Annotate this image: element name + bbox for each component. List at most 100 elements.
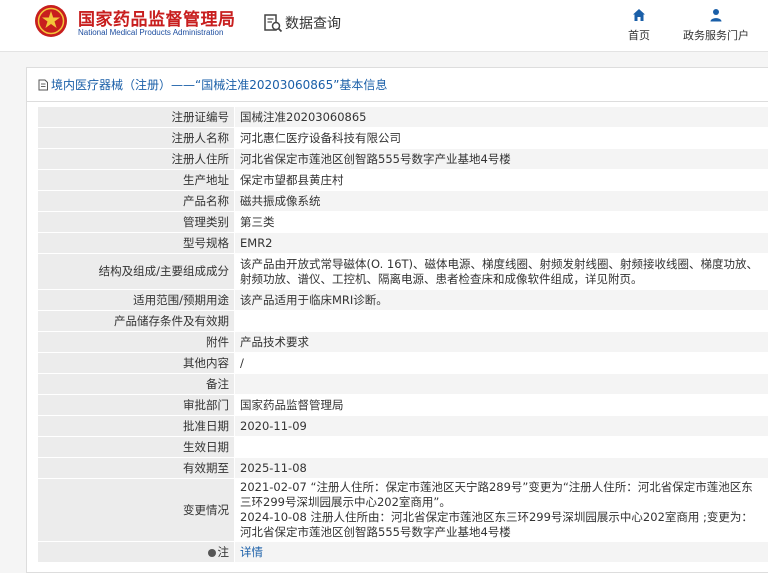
field-value-text: 2020-11-09 <box>240 418 307 433</box>
field-value: 保定市望都县黄庄村 <box>234 169 768 191</box>
table-row: 有效期至 2025-11-08 <box>37 457 768 479</box>
change-record: 2024-10-08 注册人住所由：河北省保定市莲池区东三环299号深圳园展示中… <box>240 510 753 539</box>
table-row: 适用范围/预期用途 该产品适用于临床MRI诊断。 <box>37 289 768 311</box>
home-icon <box>633 9 645 21</box>
field-label: 注册人住所 <box>37 148 235 170</box>
field-value-text: / <box>240 355 244 370</box>
field-value-text: 第三类 <box>240 214 275 229</box>
field-label-text: 变更情况 <box>183 502 229 517</box>
table-row: 生产地址 保定市望都县黄庄村 <box>37 169 768 191</box>
table-row: 注册人名称 河北惠仁医疗设备科技有限公司 <box>37 127 768 149</box>
nav-home[interactable]: 首页 <box>624 8 654 43</box>
org-name-cn: 国家药品监督管理局 <box>78 10 236 30</box>
field-value-text: 国械注准20203060865 <box>240 109 367 124</box>
field-value <box>234 436 768 458</box>
field-label-text: 管理类别 <box>183 214 229 229</box>
field-value: 磁共振成像系统 <box>234 190 768 212</box>
table-row: 结构及组成/主要组成成分 该产品由开放式常导磁体(O. 16T)、磁体电源、梯度线… <box>37 253 768 290</box>
field-label-text: 结构及组成/主要组成成分 <box>98 264 229 278</box>
field-label: 注 <box>37 541 235 563</box>
field-label: 结构及组成/主要组成成分 <box>37 253 235 290</box>
field-label: 注册证编号 <box>37 106 235 128</box>
field-value <box>234 310 768 332</box>
field-value: 2025-11-08 <box>234 457 768 479</box>
field-value-text: 河北省保定市莲池区创智路555号数字产业基地4号楼 <box>240 151 511 166</box>
table-row: 管理类别 第三类 <box>37 211 768 233</box>
table-row: 注详情 <box>37 541 768 563</box>
field-value: 该产品由开放式常导磁体(O. 16T)、磁体电源、梯度线圈、射频发射线圈、射频接… <box>234 253 768 290</box>
field-label-text: 注册人名称 <box>171 130 230 145</box>
field-label-text: 注册证编号 <box>171 109 230 124</box>
nav-service-label: 政务服务门户 <box>683 29 749 42</box>
field-value-text: 河北惠仁医疗设备科技有限公司 <box>240 130 401 145</box>
field-value: 2020-11-09 <box>234 415 768 437</box>
field-value: 河北惠仁医疗设备科技有限公司 <box>234 127 768 149</box>
table-row: 注册证编号 国械注准20203060865 <box>37 106 768 128</box>
field-value-text: 磁共振成像系统 <box>240 193 321 208</box>
field-label-text: 生产地址 <box>183 172 229 187</box>
field-value: 详情 <box>234 541 768 563</box>
field-value: / <box>234 352 768 374</box>
registration-info-table: 注册证编号 国械注准20203060865 注册人名称 河北惠仁医疗设备科技有限公司注… <box>37 106 768 563</box>
field-label: 产品名称 <box>37 190 235 212</box>
field-label: 型号规格 <box>37 232 235 254</box>
field-value-text: 该产品适用于临床MRI诊断。 <box>240 292 388 307</box>
user-icon <box>710 9 722 22</box>
table-row: 附件 产品技术要求 <box>37 331 768 353</box>
table-row: 备注 <box>37 373 768 395</box>
field-value: 国家药品监督管理局 <box>234 394 768 416</box>
field-label-text: 型号规格 <box>183 235 229 250</box>
nav-service-portal[interactable]: 政务服务门户 <box>678 8 754 43</box>
field-label-text: 产品名称 <box>183 193 229 208</box>
table-row: 审批部门 国家药品监督管理局 <box>37 394 768 416</box>
field-label: 生效日期 <box>37 436 235 458</box>
breadcrumb: 境内医疗器械（注册）——“国械注准20203060865”基本信息 <box>27 68 768 102</box>
field-label-text: 审批部门 <box>183 397 229 412</box>
field-label-text: 批准日期 <box>183 418 229 433</box>
field-value: 该产品适用于临床MRI诊断。 <box>234 289 768 311</box>
field-label: 适用范围/预期用途 <box>37 289 235 311</box>
field-label-text: 生效日期 <box>183 439 229 454</box>
nav-home-label: 首页 <box>628 29 650 42</box>
field-value-text: 该产品由开放式常导磁体(O. 16T)、磁体电源、梯度线圈、射频发射线圈、射频接… <box>240 256 759 286</box>
field-label: 批准日期 <box>37 415 235 437</box>
site-header: 国家药品监督管理局 National Medical Products Admi… <box>0 0 768 52</box>
field-label: 变更情况 <box>37 478 235 542</box>
table-row: 其他内容 / <box>37 352 768 374</box>
table-row: 产品名称 磁共振成像系统 <box>37 190 768 212</box>
field-label-text: 有效期至 <box>183 460 229 475</box>
field-label-text: 适用范围/预期用途 <box>133 292 229 307</box>
field-label-text: 注 <box>217 544 230 559</box>
data-query-icon <box>264 14 283 33</box>
field-value: 第三类 <box>234 211 768 233</box>
field-label: 其他内容 <box>37 352 235 374</box>
field-value-text: 产品技术要求 <box>240 334 309 349</box>
table-row: 产品储存条件及有效期 <box>37 310 768 332</box>
org-name-en: National Medical Products Administration <box>78 28 224 37</box>
field-value: 国械注准20203060865 <box>234 106 768 128</box>
field-value: 2021-02-07 “注册人住所：保定市莲池区天宁路289号”变更为“注册人住… <box>234 478 768 542</box>
data-query-link[interactable]: 数据查询 <box>263 12 341 34</box>
field-label: 备注 <box>37 373 235 395</box>
details-link[interactable]: 详情 <box>240 545 263 559</box>
detail-panel: 境内医疗器械（注册）——“国械注准20203060865”基本信息 注册证编号国… <box>26 67 768 573</box>
field-value-text: 国家药品监督管理局 <box>240 397 344 412</box>
field-label-text: 其他内容 <box>183 355 229 370</box>
field-label-text: 注册人住所 <box>171 151 230 166</box>
table-row: 生效日期 <box>37 436 768 458</box>
document-icon <box>38 79 48 90</box>
field-label: 生产地址 <box>37 169 235 191</box>
field-label: 管理类别 <box>37 211 235 233</box>
field-label-text: 附件 <box>206 334 229 349</box>
field-value-text: 2025-11-08 <box>240 460 307 475</box>
field-label: 审批部门 <box>37 394 235 416</box>
field-label: 产品储存条件及有效期 <box>37 310 235 332</box>
field-label: 有效期至 <box>37 457 235 479</box>
field-label: 附件 <box>37 331 235 353</box>
field-value: 产品技术要求 <box>234 331 768 353</box>
field-label-text: 备注 <box>206 376 229 391</box>
note-icon <box>207 548 216 557</box>
field-value: 河北省保定市莲池区创智路555号数字产业基地4号楼 <box>234 148 768 170</box>
emblem-logo-icon <box>35 5 67 37</box>
table-row: 注册人住所 河北省保定市莲池区创智路555号数字产业基地4号楼 <box>37 148 768 170</box>
